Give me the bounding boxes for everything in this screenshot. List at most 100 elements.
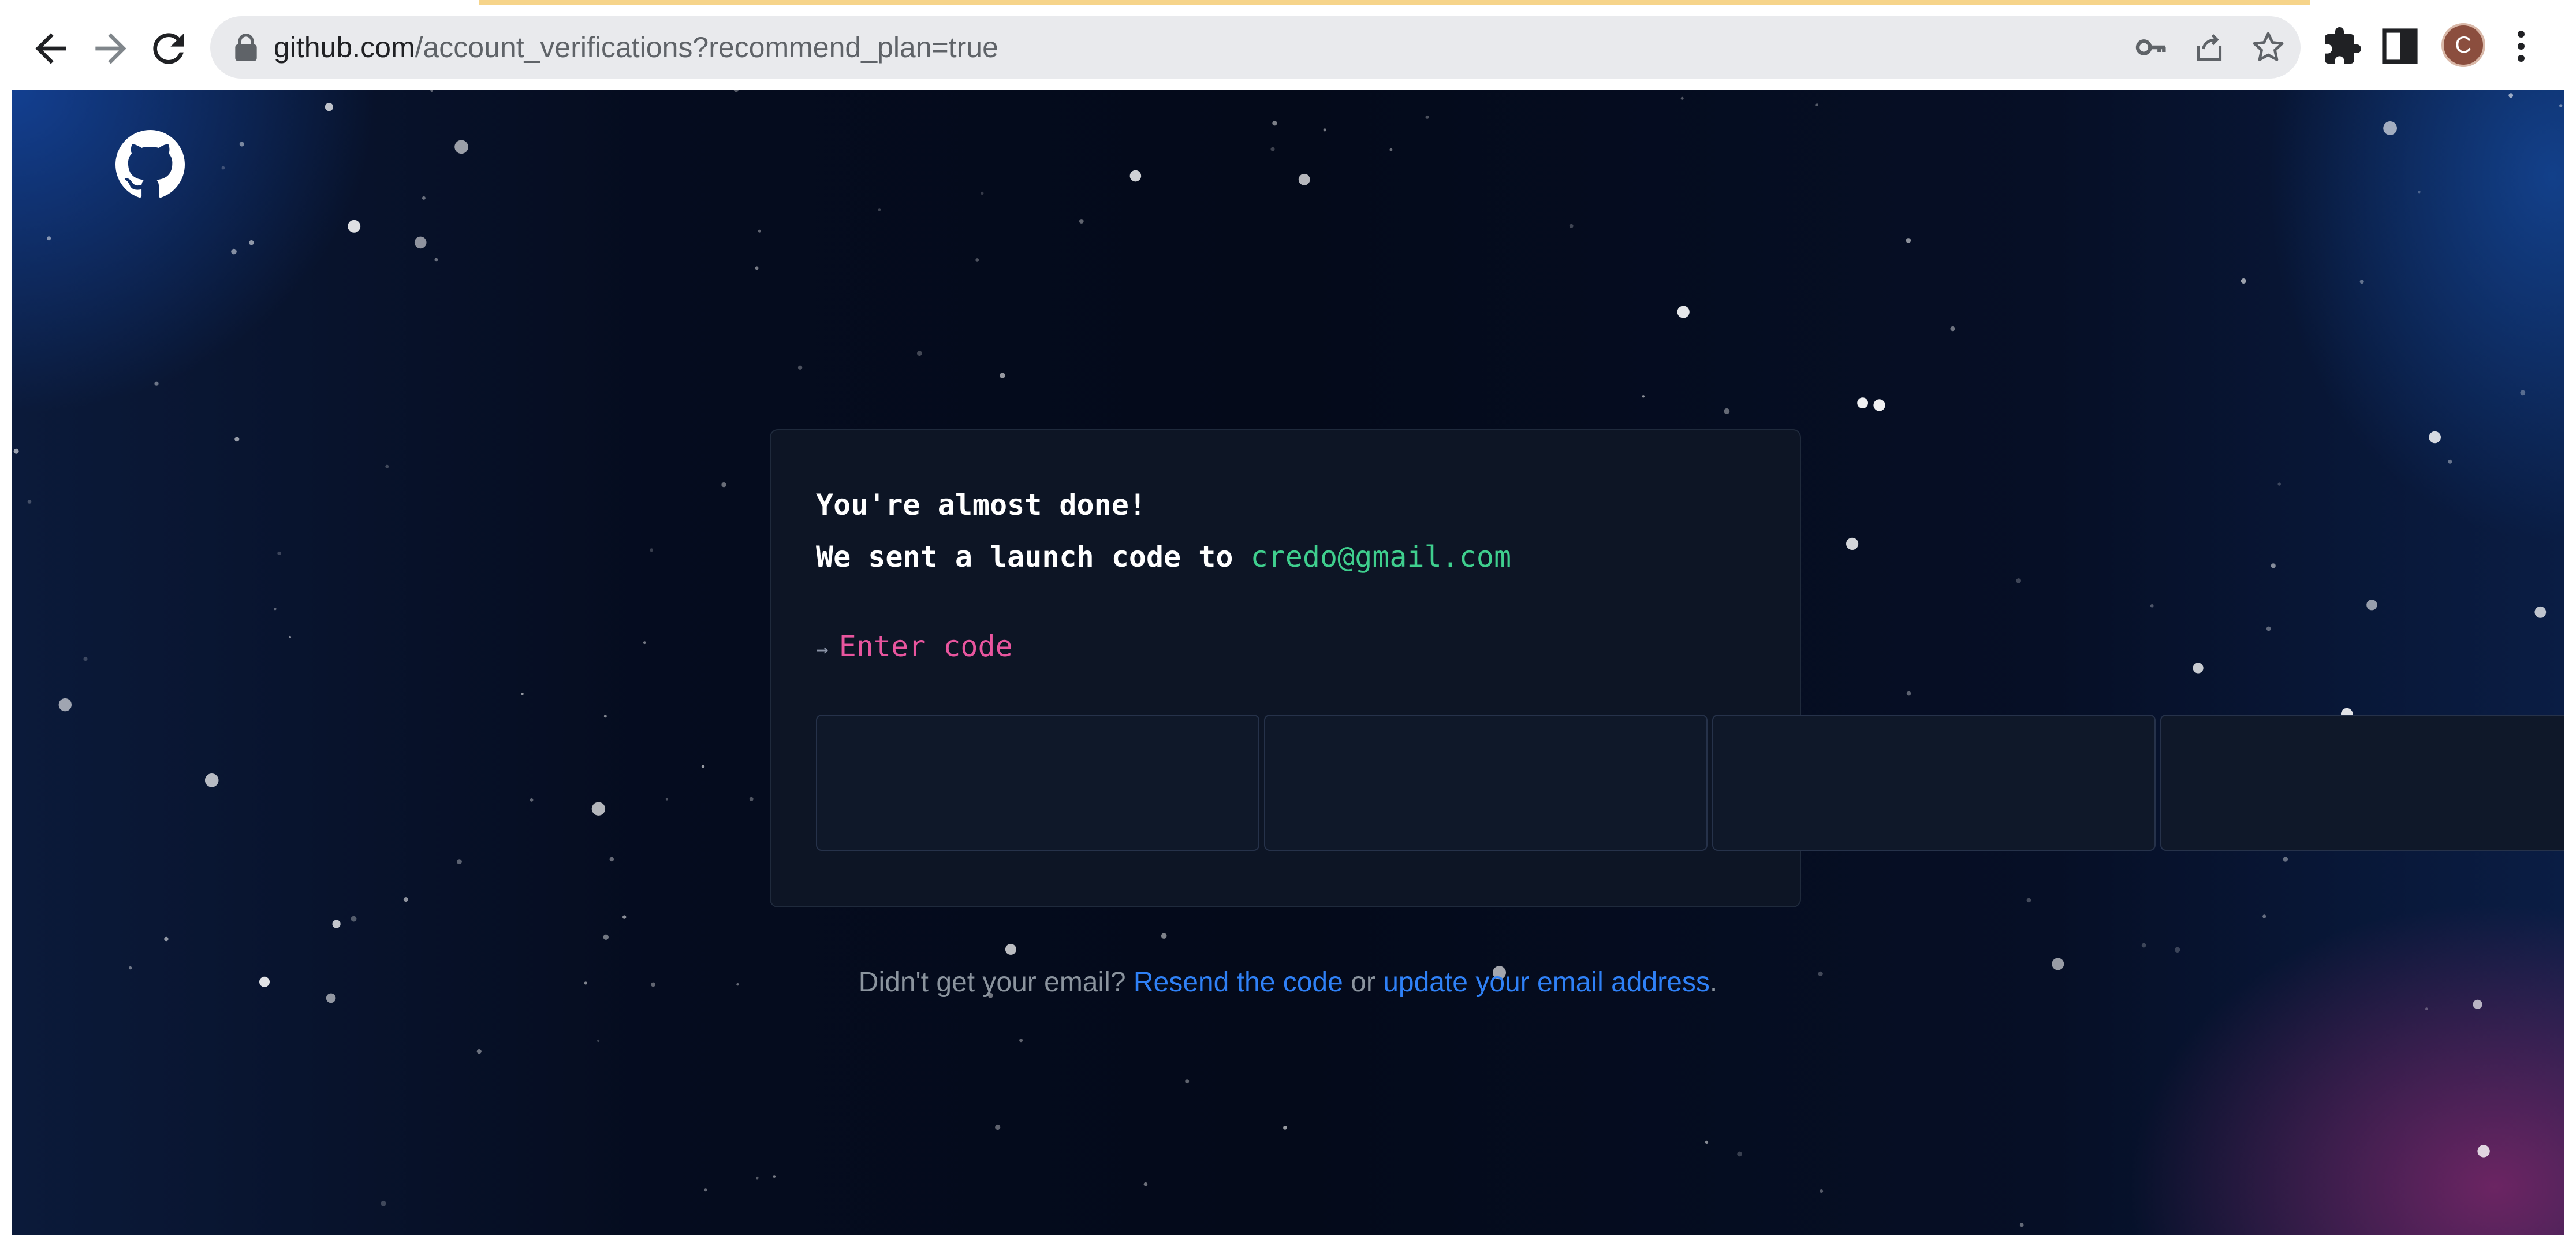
arrow-right-icon: →: [816, 638, 829, 661]
star-dot: [1642, 395, 1645, 398]
star-dot: [1724, 408, 1730, 414]
star-dot: [1425, 115, 1429, 119]
star-dot: [721, 482, 726, 488]
star-dot: [2277, 482, 2281, 486]
extensions-button[interactable]: [2321, 25, 2363, 67]
star-dot: [351, 916, 357, 922]
star-dot: [622, 915, 627, 919]
star-dot: [1185, 1079, 1190, 1084]
star-dot: [603, 715, 607, 718]
star-dot: [1680, 96, 1684, 100]
url-text: github.com/account_verifications?recomme…: [274, 16, 998, 79]
password-key-button[interactable]: [2133, 29, 2170, 66]
star-dot: [47, 236, 51, 241]
browser-menu-button[interactable]: [2500, 25, 2542, 67]
code-digit-input[interactable]: [1264, 715, 1708, 851]
star-dot: [2477, 1145, 2490, 1158]
star-dot: [597, 1039, 600, 1043]
reload-button[interactable]: [146, 25, 192, 72]
star-dot: [325, 103, 334, 111]
forward-button[interactable]: [88, 25, 134, 72]
star-dot: [2429, 431, 2441, 444]
resend-help-text: Didn't get your email? Resend the code o…: [12, 966, 2564, 998]
star-dot: [434, 258, 438, 262]
star-dot: [2141, 943, 2146, 948]
star-dot: [1873, 399, 1885, 411]
code-digit-input[interactable]: [816, 715, 1259, 851]
github-logo-link[interactable]: [115, 130, 185, 199]
back-button[interactable]: [28, 25, 74, 72]
star-icon: [2253, 32, 2284, 61]
star-dot: [591, 802, 606, 816]
share-button[interactable]: [2191, 29, 2228, 66]
share-icon: [2197, 34, 2222, 61]
page-load-progress-bar: [479, 0, 2310, 5]
star-dot: [1079, 219, 1084, 224]
bookmark-star-button[interactable]: [2250, 29, 2287, 66]
star-dot: [289, 635, 292, 638]
star-dot: [454, 140, 468, 154]
resend-code-link[interactable]: Resend the code: [1134, 967, 1343, 998]
update-email-link[interactable]: update your email address: [1383, 967, 1710, 998]
star-dot: [1272, 121, 1277, 126]
star-dot: [733, 90, 739, 92]
star-dot: [2266, 626, 2271, 631]
star-dot: [239, 142, 244, 147]
code-digit-input[interactable]: [1712, 715, 2156, 851]
profile-avatar[interactable]: C: [2441, 23, 2485, 67]
github-octocat-icon: [115, 130, 185, 198]
star-dot: [1143, 1182, 1148, 1186]
star-dot: [1000, 373, 1005, 378]
star-dot: [2520, 390, 2526, 396]
star-dot: [1677, 306, 1690, 318]
side-panel-button[interactable]: [2379, 25, 2421, 67]
side-panel-icon: [2382, 28, 2418, 64]
star-dot: [1846, 537, 1859, 550]
star-dot: [878, 208, 881, 211]
url-path: /account_verifications?recommend_plan=tr…: [415, 31, 998, 64]
star-dot: [756, 1176, 759, 1180]
star-dot: [2262, 914, 2266, 918]
key-icon: [2135, 39, 2166, 55]
heading-text: You're almost done!: [816, 488, 1146, 522]
code-digit-input[interactable]: [2160, 715, 2564, 851]
star-dot: [2383, 121, 2397, 135]
lock-icon: [235, 34, 257, 61]
star-dot: [2283, 857, 2288, 862]
sent-code-text: We sent a launch code to credo@gmail.com: [816, 540, 1511, 574]
star-dot: [975, 258, 979, 262]
star-dot: [1323, 128, 1326, 132]
star-dot: [381, 1200, 386, 1206]
star-dot: [249, 240, 254, 245]
star-dot: [13, 448, 19, 454]
star-dot: [917, 351, 922, 356]
star-dot: [27, 500, 32, 504]
resend-prefix: Didn't get your email?: [858, 967, 1126, 998]
star-dot: [231, 248, 237, 255]
star-dot: [2193, 663, 2204, 674]
star-dot: [2448, 459, 2452, 464]
star-dot: [457, 859, 462, 864]
star-dot: [773, 1175, 776, 1178]
reload-icon: [153, 33, 184, 64]
star-dot: [1737, 1151, 1742, 1157]
footer-period: .: [1709, 967, 1718, 998]
address-bar[interactable]: github.com/account_verifications?recomme…: [210, 16, 2301, 79]
star-dot: [2271, 563, 2276, 568]
star-dot: [204, 773, 219, 787]
star-dot: [1705, 1140, 1709, 1144]
star-dot: [758, 229, 761, 233]
star-dot: [414, 236, 427, 249]
star-dot: [2019, 1223, 2024, 1227]
star-dot: [521, 693, 524, 695]
star-dot: [1019, 1039, 1023, 1043]
star-dot: [2150, 604, 2154, 608]
browser-toolbar: github.com/account_verifications?recomme…: [0, 0, 2576, 90]
star-dot: [422, 196, 426, 200]
verification-card: You're almost done! We sent a launch cod…: [770, 429, 2564, 907]
star-dot: [2418, 191, 2421, 194]
star-dot: [385, 464, 389, 468]
star-dot: [603, 934, 609, 940]
kebab-menu-icon: [2518, 31, 2525, 62]
forward-arrow-icon: [95, 33, 126, 64]
